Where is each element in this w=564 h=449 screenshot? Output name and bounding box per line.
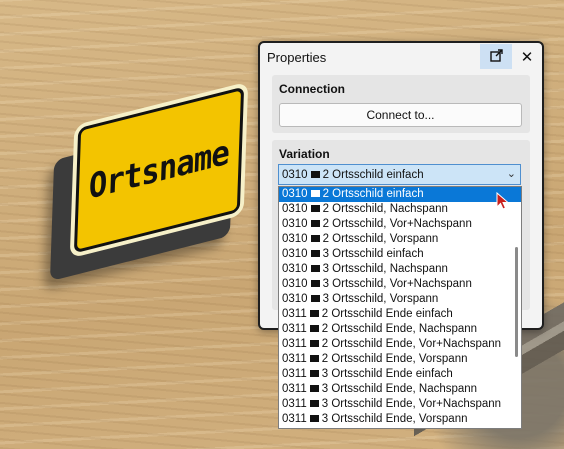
variation-option[interactable]: 0311 2 Ortsschild Ende, Nachspann — [279, 322, 521, 337]
connection-label: Connection — [279, 82, 345, 96]
option-name: 2 Ortsschild Ende, Vorspann — [321, 353, 468, 365]
variation-option[interactable]: 0310 3 Ortsschild, Vorspann — [279, 292, 521, 307]
color-square-icon — [310, 171, 320, 178]
option-code: 0311 — [282, 383, 307, 395]
color-square-icon — [310, 205, 320, 212]
option-name: 2 Ortsschild, Vorspann — [322, 233, 439, 245]
color-square-icon — [310, 295, 320, 302]
panel-title: Properties — [267, 49, 327, 65]
option-name: 3 Ortsschild Ende einfach — [321, 368, 453, 380]
variation-option[interactable]: 0311 3 Ortsschild Ende einfach — [279, 367, 521, 382]
option-name: 2 Ortsschild Ende, Nachspann — [321, 323, 478, 335]
color-square-icon — [309, 325, 319, 332]
town-sign-3d-object[interactable]: Ortsname — [49, 86, 247, 282]
option-name: 3 Ortsschild Ende, Vor+Nachspann — [321, 398, 502, 410]
option-code: 0310 — [282, 233, 308, 245]
color-square-icon — [309, 310, 319, 317]
option-name: 3 Ortsschild Ende, Vorspann — [321, 413, 468, 425]
option-code: 0310 — [282, 218, 308, 230]
variation-option[interactable]: 0311 2 Ortsschild Ende, Vorspann — [279, 352, 521, 367]
color-square-icon — [310, 265, 320, 272]
option-code: 0310 — [282, 203, 308, 215]
panel-titlebar[interactable]: Properties ✕ — [260, 43, 542, 71]
option-code: 0311 — [282, 398, 307, 410]
color-square-icon — [309, 340, 319, 347]
color-square-icon — [310, 220, 320, 227]
option-code: 0311 — [282, 308, 307, 320]
chevron-down-icon[interactable]: ⌄ — [507, 167, 516, 180]
option-name: 3 Ortsschild, Vorspann — [322, 293, 439, 305]
option-code: 0310 — [282, 263, 308, 275]
popout-button[interactable] — [480, 44, 512, 69]
connection-section: Connection Connect to... — [272, 75, 530, 133]
variation-option[interactable]: 0310 2 Ortsschild, Nachspann — [279, 202, 521, 217]
variation-option[interactable]: 0311 2 Ortsschild Ende einfach — [279, 307, 521, 322]
color-square-icon — [309, 355, 319, 362]
option-code: 0310 — [282, 278, 308, 290]
variation-option[interactable]: 0310 2 Ortsschild, Vor+Nachspann — [279, 217, 521, 232]
variation-option[interactable]: 0311 2 Ortsschild Ende, Vor+Nachspann — [279, 337, 521, 352]
variation-option[interactable]: 0310 2 Ortsschild, Vorspann — [279, 232, 521, 247]
option-code: 0311 — [282, 338, 307, 350]
color-square-icon — [309, 370, 319, 377]
selected-name: 2 Ortsschild einfach — [322, 168, 424, 181]
option-code: 0311 — [282, 368, 307, 380]
color-square-icon — [309, 400, 319, 407]
color-square-icon — [310, 235, 320, 242]
color-square-icon — [309, 415, 319, 422]
option-code: 0311 — [282, 353, 307, 365]
option-name: 3 Ortsschild einfach — [322, 248, 424, 260]
popout-icon — [489, 47, 503, 66]
option-code: 0311 — [282, 323, 307, 335]
close-icon: ✕ — [520, 47, 534, 66]
sign-text: Ortsname — [88, 132, 230, 208]
selected-code: 0310 — [282, 168, 308, 181]
color-square-icon — [310, 190, 320, 197]
connect-to-button[interactable]: Connect to... — [279, 103, 522, 127]
color-square-icon — [310, 280, 320, 287]
variation-option[interactable]: 0311 3 Ortsschild Ende, Vorspann — [279, 412, 521, 427]
variation-dropdown[interactable]: 0310 2 Ortsschild einfach ⌄ — [278, 164, 521, 185]
option-code: 0311 — [282, 413, 307, 425]
color-square-icon — [309, 385, 319, 392]
variation-options-list[interactable]: 0310 2 Ortsschild einfach 0310 2 Ortsschild… — [278, 186, 522, 429]
close-button[interactable]: ✕ — [514, 44, 540, 69]
option-name: 3 Ortsschild Ende, Nachspann — [321, 383, 478, 395]
option-code: 0310 — [282, 293, 308, 305]
option-name: 3 Ortsschild, Nachspann — [322, 263, 448, 275]
option-name: 2 Ortsschild, Nachspann — [322, 203, 448, 215]
variation-label: Variation — [279, 147, 330, 161]
color-square-icon — [310, 250, 320, 257]
variation-option[interactable]: 0310 3 Ortsschild, Nachspann — [279, 262, 521, 277]
mouse-cursor-icon — [496, 192, 510, 210]
option-name: 2 Ortsschild Ende, Vor+Nachspann — [321, 338, 502, 350]
variation-option[interactable]: 0311 3 Ortsschild Ende, Nachspann — [279, 382, 521, 397]
variation-option[interactable]: 0310 3 Ortsschild, Vor+Nachspann — [279, 277, 521, 292]
option-name: 2 Ortsschild einfach — [322, 188, 424, 200]
option-name: 2 Ortsschild Ende einfach — [321, 308, 453, 320]
option-name: 2 Ortsschild, Vor+Nachspann — [322, 218, 472, 230]
variation-option[interactable]: 0310 3 Ortsschild einfach — [279, 247, 521, 262]
variation-option[interactable]: 0310 2 Ortsschild einfach — [279, 187, 521, 202]
variation-option[interactable]: 0311 3 Ortsschild Ende, Vor+Nachspann — [279, 397, 521, 412]
option-code: 0310 — [282, 248, 308, 260]
list-scrollbar[interactable] — [515, 247, 518, 357]
option-name: 3 Ortsschild, Vor+Nachspann — [322, 278, 472, 290]
option-code: 0310 — [282, 188, 308, 200]
